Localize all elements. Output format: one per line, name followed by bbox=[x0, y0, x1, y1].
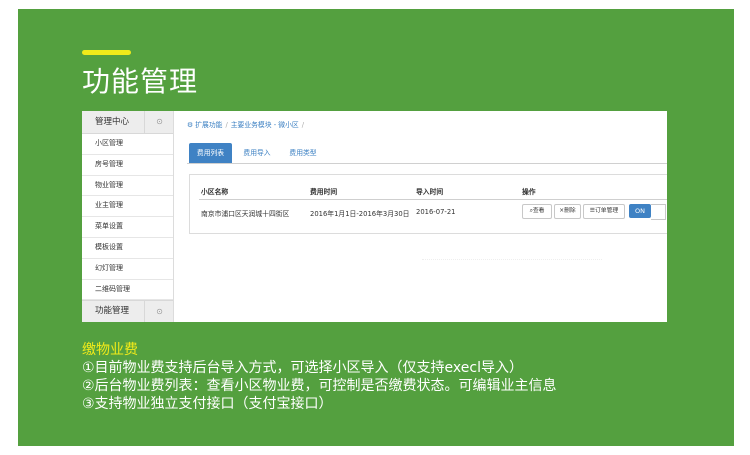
description-line: ②后台物业费列表：查看小区物业费，可控制是否缴费状态。可编辑业主信息 bbox=[82, 378, 557, 394]
collapse-icon[interactable]: ⊙ bbox=[144, 111, 174, 133]
sidebar-item-menu[interactable]: 菜单设置 bbox=[82, 217, 173, 238]
tab-fee-list[interactable]: 费用列表 bbox=[189, 143, 232, 163]
status-toggle-track[interactable] bbox=[651, 204, 666, 220]
fee-table: 小区名称 费用时间 导入时间 操作 南京市浦口区天润城十四街区 2016年1月1… bbox=[189, 174, 667, 234]
tab-fee-type[interactable]: 费用类型 bbox=[284, 143, 322, 163]
order-manage-button-label: 订单管理 bbox=[595, 208, 619, 214]
sidebar-item-slides[interactable]: 幻灯管理 bbox=[82, 259, 173, 280]
breadcrumb: ⚙ 扩展功能 / 主要业务模块 - 微小区 / bbox=[187, 118, 667, 132]
sidebar-header-label: 管理中心 bbox=[95, 117, 130, 127]
accent-bar bbox=[82, 50, 131, 55]
section-subtitle: 缴物业费 bbox=[82, 342, 138, 358]
order-manage-button[interactable]: ☰订单管理 bbox=[583, 204, 625, 219]
delete-button[interactable]: ×删除 bbox=[554, 204, 581, 219]
settings-icon: ⚙ bbox=[187, 121, 194, 129]
tab-fee-import[interactable]: 费用导入 bbox=[238, 143, 276, 163]
divider bbox=[199, 199, 667, 200]
sidebar-footer-label: 功能管理 bbox=[95, 306, 130, 317]
status-toggle[interactable]: ON bbox=[629, 204, 651, 218]
sidebar-item-community[interactable]: 小区管理 bbox=[82, 134, 173, 155]
view-button-label: 查看 bbox=[532, 208, 545, 214]
column-header: 费用时间 bbox=[310, 188, 338, 196]
breadcrumb-separator: / bbox=[301, 121, 304, 129]
page-title: 功能管理 bbox=[82, 65, 199, 98]
sidebar-item-room[interactable]: 房号管理 bbox=[82, 155, 173, 176]
cell-import-time: 2016-07-21 bbox=[416, 208, 456, 216]
column-header: 导入时间 bbox=[416, 188, 444, 196]
description-line: ①目前物业费支持后台导入方式，可选择小区导入（仅支持execl导入） bbox=[82, 360, 523, 376]
column-header: 小区名称 bbox=[201, 188, 229, 196]
breadcrumb-item[interactable]: 扩展功能 bbox=[195, 121, 222, 129]
sidebar: 管理中心 ⊙ 小区管理 房号管理 物业管理 业主管理 菜单设置 模板设置 幻灯管… bbox=[82, 111, 174, 322]
breadcrumb-item[interactable]: 主要业务模块 - 微小区 bbox=[231, 121, 299, 129]
sidebar-item-qrcode[interactable]: 二维码管理 bbox=[82, 280, 173, 301]
column-header: 操作 bbox=[522, 188, 536, 196]
sidebar-item-owner[interactable]: 业主管理 bbox=[82, 196, 173, 218]
sidebar-item-template[interactable]: 模板设置 bbox=[82, 238, 173, 259]
admin-screenshot: 管理中心 ⊙ 小区管理 房号管理 物业管理 业主管理 菜单设置 模板设置 幻灯管… bbox=[82, 111, 667, 322]
sidebar-footer[interactable]: 功能管理 ⊙ bbox=[82, 300, 173, 322]
cell-community-name: 南京市浦口区天润城十四街区 bbox=[201, 210, 290, 218]
breadcrumb-separator: / bbox=[225, 121, 228, 129]
divider bbox=[422, 259, 602, 261]
tab-bar: 费用列表 费用导入 费用类型 bbox=[187, 143, 667, 164]
sidebar-header[interactable]: 管理中心 ⊙ bbox=[82, 111, 173, 134]
collapse-icon[interactable]: ⊙ bbox=[144, 301, 174, 322]
sidebar-item-property[interactable]: 物业管理 bbox=[82, 176, 173, 197]
view-button[interactable]: ⌕查看 bbox=[522, 204, 552, 219]
cell-fee-period: 2016年1月1日-2016年3月30日 bbox=[310, 210, 410, 218]
description-line: ③支持物业独立支付接口（支付宝接口） bbox=[82, 396, 333, 412]
delete-button-label: 删除 bbox=[564, 208, 576, 214]
